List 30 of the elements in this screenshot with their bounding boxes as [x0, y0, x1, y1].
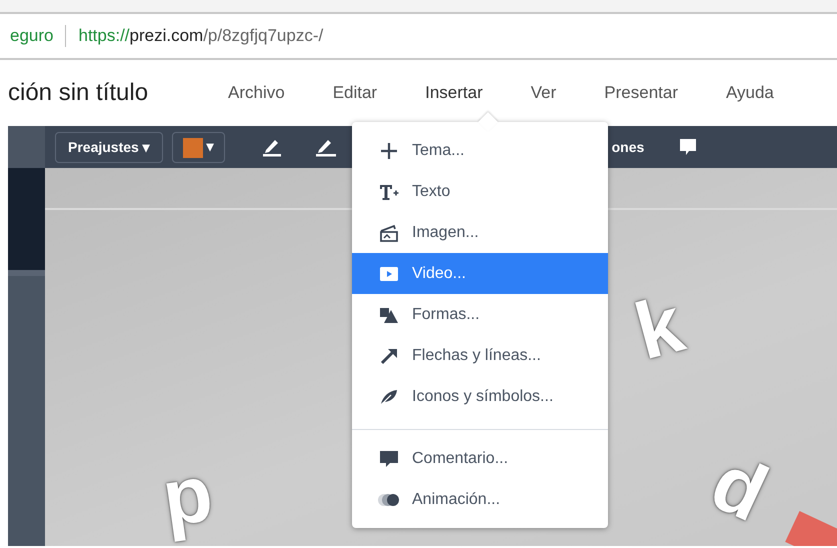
- menu-item[interactable]: Insertar: [425, 80, 483, 106]
- menu-item[interactable]: Archivo: [228, 80, 285, 106]
- highlighter-icon[interactable]: [314, 137, 336, 157]
- comment-icon[interactable]: [678, 137, 698, 157]
- menu-option[interactable]: Iconos y símbolos...: [352, 376, 608, 417]
- menu-option[interactable]: Texto: [352, 171, 608, 212]
- toolbar-side-panel: [8, 126, 45, 168]
- menu-option[interactable]: Video...: [352, 253, 608, 294]
- menu-option[interactable]: Animación...: [352, 479, 608, 520]
- image-icon: [378, 222, 400, 242]
- color-button[interactable]: ▾: [172, 132, 225, 162]
- presentation-title: ción sin título: [8, 78, 150, 108]
- menu-item[interactable]: Ver: [530, 80, 556, 106]
- menu-item[interactable]: Presentar: [604, 80, 678, 106]
- url-text[interactable]: https://prezi.com/p/8zgfjq7upzc-/: [78, 23, 324, 49]
- plus-icon: [378, 140, 400, 160]
- comment-icon: [378, 448, 400, 468]
- menu-item[interactable]: Editar: [332, 80, 378, 106]
- toolbar-label[interactable]: ones: [612, 136, 644, 158]
- menu-option[interactable]: Formas...: [352, 294, 608, 335]
- canvas-letter: k: [627, 284, 692, 372]
- menu-option[interactable]: Tema...: [352, 130, 608, 171]
- menu-option[interactable]: Comentario...: [352, 438, 608, 479]
- menu-item[interactable]: Ayuda: [726, 80, 774, 106]
- presets-button[interactable]: Preajustes ▾: [55, 132, 163, 162]
- menu-option[interactable]: Imagen...: [352, 212, 608, 253]
- menu-option[interactable]: Flechas y líneas...: [352, 335, 608, 376]
- highlighter-icon[interactable]: [260, 137, 283, 157]
- security-label: eguro: [10, 25, 54, 48]
- canvas-letter: d: [700, 441, 778, 535]
